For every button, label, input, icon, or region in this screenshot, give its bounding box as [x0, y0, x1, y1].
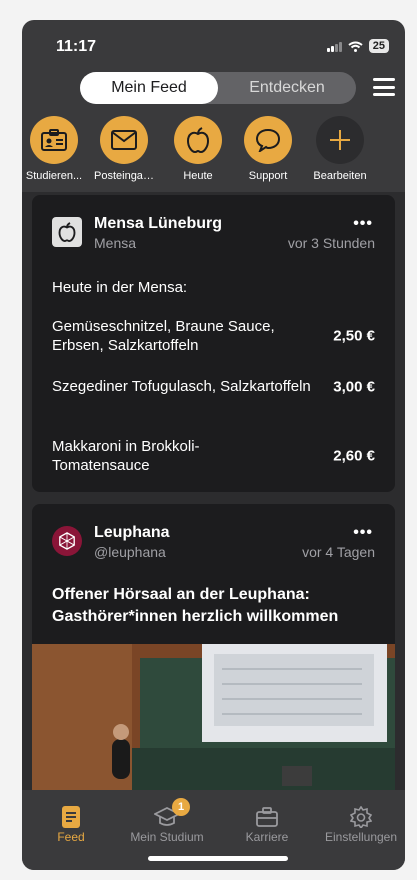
gear-icon [316, 804, 405, 830]
shortcut-label: Studieren... [25, 170, 83, 182]
feed-icon [26, 804, 116, 830]
menu-item: Gemüseschnitzel, Braune Sauce, Erbsen, S… [52, 317, 375, 355]
tab-feed[interactable]: Feed [26, 804, 116, 844]
dish-price: 2,50 € [333, 327, 375, 345]
menu-item: Szegediner Tofugulasch, Salzkartoffeln 3… [52, 377, 375, 396]
status-icons: 25 [326, 39, 389, 53]
hamburger-menu-icon[interactable] [373, 78, 395, 96]
card-subtitle: @leuphana [94, 544, 166, 560]
shortcut-bar: Studieren... Posteingang Heute Support B… [22, 116, 405, 191]
card-timestamp: vor 3 Stunden [287, 235, 375, 251]
chat-bubble-icon [244, 116, 292, 164]
tab-mein-studium[interactable]: 1 Mein Studium [122, 798, 212, 844]
mensa-intro: Heute in der Mensa: [52, 279, 188, 296]
more-options-icon[interactable]: ••• [353, 524, 373, 542]
shortcut-label: Posteingang [94, 170, 154, 182]
shortcut-label: Heute [183, 170, 213, 182]
plus-icon [316, 116, 364, 164]
graduation-cap-icon: 1 [122, 798, 212, 830]
status-time: 11:17 [56, 38, 97, 55]
card-subtitle: Mensa [94, 235, 137, 251]
apple-icon [174, 116, 222, 164]
mensa-card[interactable]: Mensa Lüneburg Mensa ••• vor 3 Stunden H… [32, 195, 395, 492]
dish-name: Gemüseschnitzel, Braune Sauce, Erbsen, S… [52, 318, 275, 354]
tab-einstellungen[interactable]: Einstellungen [316, 804, 405, 844]
card-title: Mensa Lüneburg [94, 215, 223, 232]
dish-price: 2,60 € [333, 447, 375, 465]
mail-icon [100, 116, 148, 164]
shortcut-heute[interactable]: Heute [168, 116, 228, 182]
shortcut-label: Support [248, 170, 288, 182]
tab-label: Karriere [245, 830, 289, 844]
shortcut-label: Bearbeiten [313, 170, 367, 182]
home-indicator[interactable] [148, 856, 288, 861]
feed-segmented-control: Mein Feed Entdecken [80, 72, 356, 104]
tab-entdecken[interactable]: Entdecken [218, 72, 356, 104]
post-headline: Offener Hörsaal an der Leuphana: Gasthör… [52, 586, 339, 625]
card-header: Leuphana @leuphana ••• vor 4 Tagen [52, 524, 375, 564]
shortcut-bearbeiten[interactable]: Bearbeiten [310, 116, 370, 182]
tab-label: Feed [57, 830, 85, 844]
leuphana-card[interactable]: Leuphana @leuphana ••• vor 4 Tagen Offen… [32, 504, 395, 790]
menu-item: Makkaroni in Brokkoli-Tomatensauce 2,60 … [52, 437, 375, 475]
dish-price: 3,00 € [333, 378, 375, 395]
card-title: Leuphana [94, 524, 170, 541]
tab-mein-feed[interactable]: Mein Feed [80, 72, 218, 104]
tab-karriere[interactable]: Karriere [222, 804, 312, 844]
leuphana-logo-icon [52, 526, 82, 556]
shortcut-studierendenausweis[interactable]: Studieren... [24, 116, 84, 182]
wifi-icon [348, 41, 363, 52]
more-options-icon[interactable]: ••• [353, 215, 373, 233]
card-header: Mensa Lüneburg Mensa ••• vor 3 Stunden [52, 215, 375, 255]
signal-icon [326, 41, 342, 52]
dish-name: Makkaroni in Brokkoli-Tomatensauce [52, 438, 200, 474]
card-timestamp: vor 4 Tagen [302, 544, 375, 560]
shortcut-posteingang[interactable]: Posteingang [94, 116, 154, 182]
phone-screen: 11:17 25 Mein Feed Entdecken Studieren..… [22, 20, 405, 870]
shortcut-support[interactable]: Support [238, 116, 298, 182]
id-card-icon [30, 116, 78, 164]
battery-icon: 25 [368, 39, 389, 53]
status-bar: 11:17 25 [22, 20, 405, 72]
notification-badge: 1 [172, 798, 190, 816]
tab-label: Mein Studium [130, 830, 204, 844]
lecture-hall-photo [32, 644, 395, 790]
apple-logo-icon [52, 217, 82, 247]
briefcase-icon [222, 804, 312, 830]
feed-list[interactable]: Mensa Lüneburg Mensa ••• vor 3 Stunden H… [22, 192, 405, 790]
dish-name: Szegediner Tofugulasch, Salzkartoffeln [52, 378, 311, 395]
tab-label: Einstellungen [324, 830, 398, 844]
